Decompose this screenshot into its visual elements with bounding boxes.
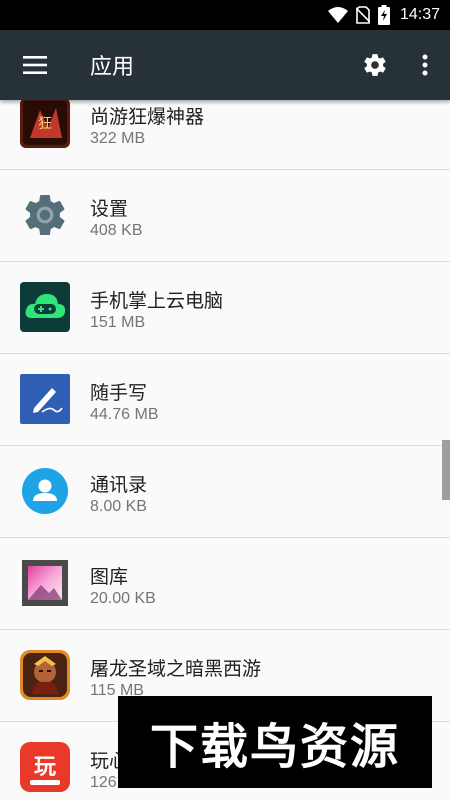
app-list-item[interactable]: 设置 408 KB bbox=[0, 170, 450, 262]
page-title: 应用 bbox=[90, 55, 135, 80]
app-size: 151 MB bbox=[90, 314, 146, 331]
hamburger-menu-icon[interactable] bbox=[0, 30, 70, 100]
app-list-item[interactable]: 图库 20.00 KB bbox=[0, 538, 450, 630]
status-time: 14:37 bbox=[399, 6, 440, 23]
cloud-gamepad-icon bbox=[20, 282, 70, 332]
watermark: 下载鸟资源 bbox=[118, 696, 432, 788]
app-list-item[interactable]: 手机掌上云电脑 151 MB bbox=[0, 262, 450, 354]
app-list: 狂 尚游狂爆神器 322 MB 设置 408 KB 手机掌上云电脑 151 MB… bbox=[0, 100, 450, 800]
app-bar: 应用 bbox=[0, 30, 450, 100]
scrollbar[interactable] bbox=[442, 440, 450, 500]
app-size: 44.76 MB bbox=[90, 406, 159, 423]
app-size: 8.00 KB bbox=[90, 498, 147, 515]
svg-text:玩: 玩 bbox=[34, 755, 56, 780]
no-sim-icon bbox=[355, 6, 370, 24]
settings-gear-icon[interactable] bbox=[350, 30, 400, 100]
app-size: 322 MB bbox=[90, 130, 146, 147]
svg-text:狂: 狂 bbox=[38, 116, 52, 132]
contacts-person-icon bbox=[20, 466, 70, 516]
app-size: 408 KB bbox=[90, 222, 143, 239]
app-name: 屠龙圣域之暗黑西游 bbox=[90, 658, 262, 680]
app-list-item[interactable]: 通讯录 8.00 KB bbox=[0, 446, 450, 538]
settings-gear-icon bbox=[20, 190, 70, 240]
app-size: 20.00 KB bbox=[90, 590, 156, 607]
wifi-icon bbox=[327, 7, 348, 23]
battery-charging-icon bbox=[377, 5, 390, 25]
app-name: 手机掌上云电脑 bbox=[90, 290, 224, 312]
app-name: 图库 bbox=[90, 566, 129, 588]
pen-writing-icon bbox=[20, 374, 70, 424]
app-list-item[interactable]: 随手写 44.76 MB bbox=[0, 354, 450, 446]
app-list-item[interactable]: 狂 尚游狂爆神器 322 MB bbox=[0, 100, 450, 170]
app-size: 126 bbox=[90, 774, 117, 791]
app-name: 通讯录 bbox=[90, 474, 148, 496]
app-name: 随手写 bbox=[90, 382, 148, 404]
app-name: 设置 bbox=[90, 198, 129, 220]
warrior-game-icon bbox=[20, 650, 70, 700]
app-name: 尚游狂爆神器 bbox=[90, 106, 205, 128]
wanxin-logo-icon: 玩 bbox=[20, 742, 70, 792]
overflow-menu-icon[interactable] bbox=[400, 30, 450, 100]
status-bar: 14:37 bbox=[0, 0, 450, 30]
game-artwork-icon: 狂 bbox=[20, 100, 70, 148]
gallery-picture-icon bbox=[20, 558, 70, 608]
